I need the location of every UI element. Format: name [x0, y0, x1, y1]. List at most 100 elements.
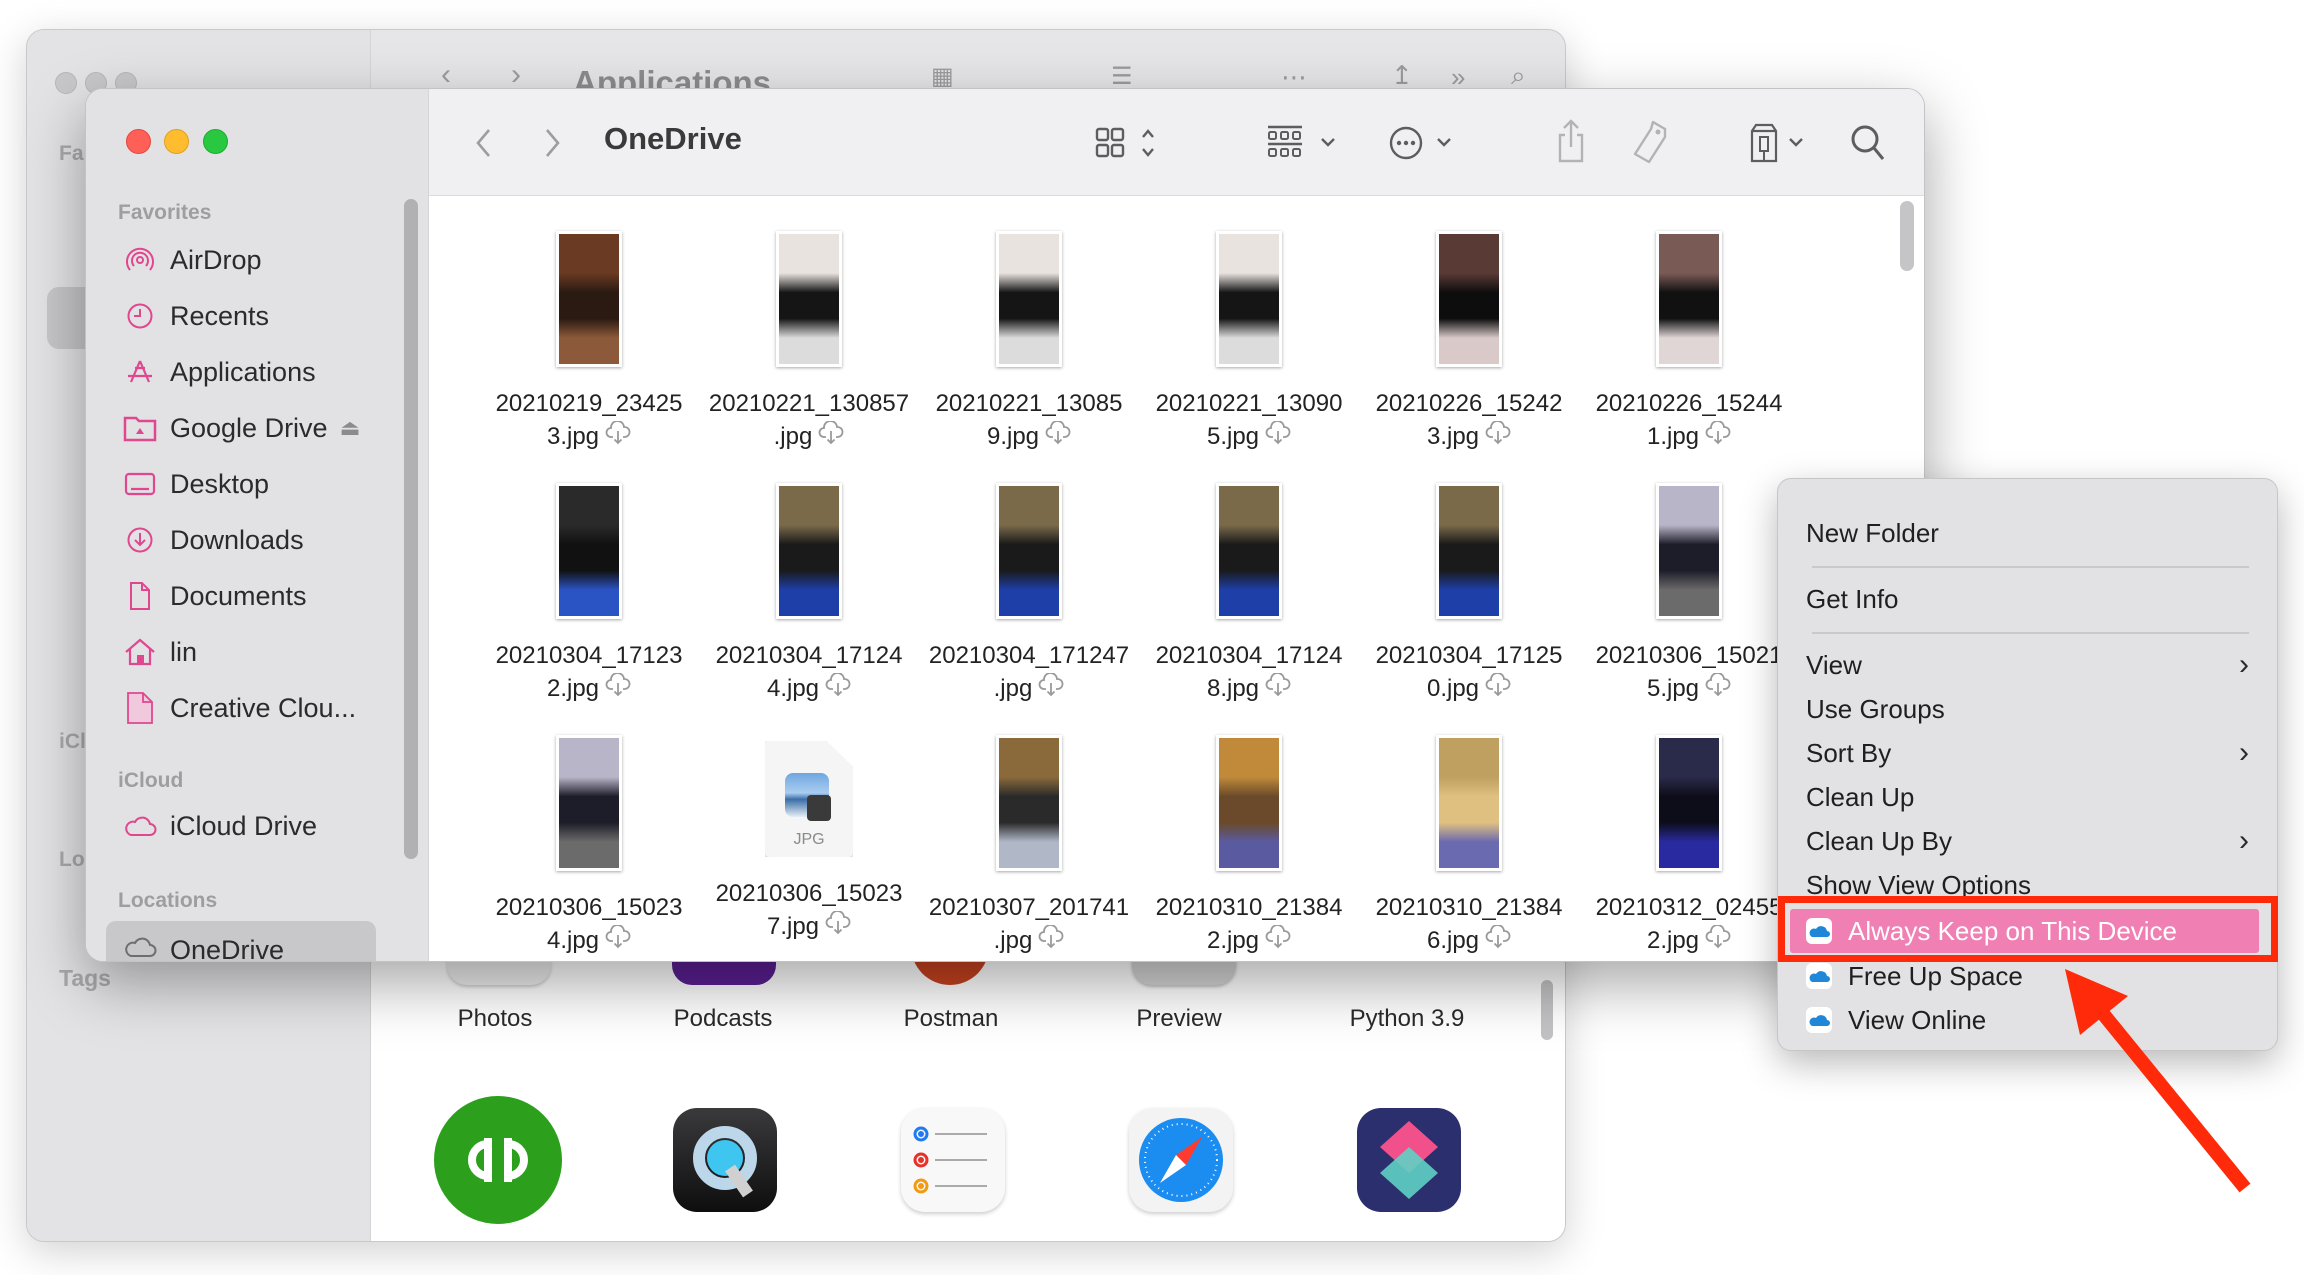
file-item[interactable]: 20210304_17124 4.jpg — [699, 483, 919, 706]
back-view-icon[interactable]: ▦ — [931, 62, 954, 91]
cloud-download-icon[interactable] — [1705, 924, 1731, 958]
back-group-icon[interactable]: ☰ — [1111, 62, 1133, 91]
app-label-postman[interactable]: Postman — [851, 1005, 1051, 1033]
cloud-download-icon[interactable] — [825, 672, 851, 706]
app-label-python[interactable]: Python 3.9 — [1307, 1005, 1507, 1033]
quickbooks-icon[interactable] — [434, 1096, 562, 1224]
cloud-download-icon[interactable] — [605, 924, 631, 958]
file-item[interactable]: 20210307_201741 .jpg — [919, 735, 1139, 958]
file-item[interactable]: 20210304_17125 0.jpg — [1359, 483, 1579, 706]
safari-icon[interactable] — [1129, 1108, 1233, 1212]
minimize-button[interactable] — [164, 129, 189, 154]
content-scrollbar[interactable] — [1900, 201, 1914, 271]
back-scrollbar[interactable] — [1541, 980, 1553, 1040]
cloud-download-icon[interactable] — [1038, 924, 1064, 958]
sidebar-item-onedrive[interactable]: OneDrive — [106, 921, 376, 961]
file-name-line2-row: 8.jpg — [1139, 672, 1359, 706]
menu-item-new-folder[interactable]: New Folder — [1806, 511, 2249, 555]
cloud-download-icon[interactable] — [1705, 420, 1731, 454]
sidebar-item-home[interactable]: lin — [114, 627, 404, 677]
file-name-line2-row: 9.jpg — [919, 420, 1139, 454]
cloud-download-icon[interactable] — [1038, 672, 1064, 706]
sidebar-item-recents[interactable]: Recents — [114, 291, 404, 341]
file-name-line2: 7.jpg — [766, 913, 820, 940]
sidebar-item-label: Google Drive — [170, 412, 328, 443]
back-nav-back-icon[interactable]: ‹ — [441, 58, 451, 92]
app-label-preview[interactable]: Preview — [1079, 1005, 1279, 1033]
cloud-download-icon[interactable] — [1265, 672, 1291, 706]
file-name: 20210310_21384 2.jpg — [1139, 891, 1359, 958]
action-button[interactable] — [1386, 123, 1462, 163]
cloud-download-icon[interactable] — [1265, 420, 1291, 454]
cloud-download-icon[interactable] — [1265, 924, 1291, 958]
cloud-download-icon[interactable] — [605, 672, 631, 706]
eject-icon[interactable]: ⏏ — [340, 415, 361, 441]
sidebar-item-google-drive[interactable]: Google Drive ⏏ — [114, 403, 404, 453]
sidebar-item-documents[interactable]: Documents — [114, 571, 404, 621]
file-name-line2-row: .jpg — [919, 924, 1139, 958]
menu-item-clean-up-by[interactable]: Clean Up By › — [1806, 819, 2249, 863]
file-item[interactable]: 20210226_15242 3.jpg — [1359, 231, 1579, 454]
file-name: 20210226_15244 1.jpg — [1579, 387, 1799, 454]
file-item[interactable]: 20210226_15244 1.jpg — [1579, 231, 1799, 454]
cloud-download-icon[interactable] — [1045, 420, 1071, 454]
cloud-download-icon[interactable] — [1485, 924, 1511, 958]
shortcuts-icon[interactable] — [1357, 1108, 1461, 1212]
back-nav-forward-icon[interactable]: › — [511, 58, 521, 92]
group-button[interactable] — [1264, 123, 1346, 163]
cloud-download-icon[interactable] — [825, 910, 851, 944]
menu-item-get-info[interactable]: Get Info — [1806, 577, 2249, 621]
maximize-button[interactable] — [203, 129, 228, 154]
file-item[interactable]: 20210306_15023 4.jpg — [479, 735, 699, 958]
cloud-download-icon[interactable] — [605, 420, 631, 454]
file-item[interactable]: 20210219_23425 3.jpg — [479, 231, 699, 454]
sidebar-item-applications[interactable]: Applications — [114, 347, 404, 397]
file-thumbnail — [1216, 735, 1282, 871]
sidebar-item-downloads[interactable]: Downloads — [114, 515, 404, 565]
onedrive-status-button[interactable] — [1746, 121, 1812, 165]
file-name-line2: 6.jpg — [1426, 927, 1480, 954]
menu-item-clean-up[interactable]: Clean Up — [1806, 775, 2249, 819]
menu-item-view[interactable]: View › — [1806, 643, 2249, 687]
reminders-icon[interactable] — [901, 1108, 1005, 1212]
tag-button[interactable] — [1629, 117, 1673, 167]
menu-item-sort-by[interactable]: Sort By › — [1806, 731, 2249, 775]
cloud-download-icon[interactable] — [818, 420, 844, 454]
quicktime-icon[interactable] — [673, 1108, 777, 1212]
cloud-download-icon[interactable] — [1705, 672, 1731, 706]
cloud-download-icon[interactable] — [1485, 672, 1511, 706]
close-button[interactable] — [126, 129, 151, 154]
file-item[interactable]: 20210310_21384 2.jpg — [1139, 735, 1359, 958]
file-item[interactable]: 20210221_130857 .jpg — [699, 231, 919, 454]
sidebar-scrollbar[interactable] — [404, 199, 418, 859]
back-button[interactable] — [468, 123, 498, 163]
back-share-icon[interactable]: ↥ — [1391, 60, 1413, 91]
menu-item-use-groups[interactable]: Use Groups — [1806, 687, 2249, 731]
share-button[interactable] — [1551, 117, 1591, 167]
sidebar-item-icloud-drive[interactable]: iCloud Drive — [114, 801, 404, 851]
file-thumbnail — [1216, 483, 1282, 619]
view-mode-button[interactable] — [1091, 123, 1167, 163]
file-item[interactable]: JPG 20210306_15023 7.jpg — [699, 735, 919, 944]
back-close-button[interactable] — [55, 72, 77, 94]
app-label-podcasts[interactable]: Podcasts — [623, 1005, 823, 1033]
file-item[interactable]: 20210306_15021 5.jpg — [1579, 483, 1799, 706]
sidebar-item-desktop[interactable]: Desktop — [114, 459, 404, 509]
sidebar-item-airdrop[interactable]: AirDrop — [114, 235, 404, 285]
file-name: 20210304_17124 8.jpg — [1139, 639, 1359, 706]
forward-button[interactable] — [538, 123, 568, 163]
file-item[interactable]: 20210304_17124 8.jpg — [1139, 483, 1359, 706]
menu-item-view-online[interactable]: View Online — [1806, 998, 2267, 1042]
file-item[interactable]: 20210310_21384 6.jpg — [1359, 735, 1579, 958]
sidebar-item-creative-cloud[interactable]: Creative Clou... — [114, 683, 404, 733]
app-label-photos[interactable]: Photos — [395, 1005, 595, 1033]
file-item[interactable]: 20210304_171247 .jpg — [919, 483, 1139, 706]
file-item[interactable]: 20210312_02455 2.jpg — [1579, 735, 1799, 958]
cloud-download-icon[interactable] — [1485, 420, 1511, 454]
file-name-line1: 20210219_23425 — [495, 390, 683, 417]
file-item[interactable]: 20210221_13090 5.jpg — [1139, 231, 1359, 454]
desktop-icon — [120, 471, 160, 497]
file-item[interactable]: 20210221_13085 9.jpg — [919, 231, 1139, 454]
file-item[interactable]: 20210304_17123 2.jpg — [479, 483, 699, 706]
search-button[interactable] — [1848, 121, 1888, 165]
